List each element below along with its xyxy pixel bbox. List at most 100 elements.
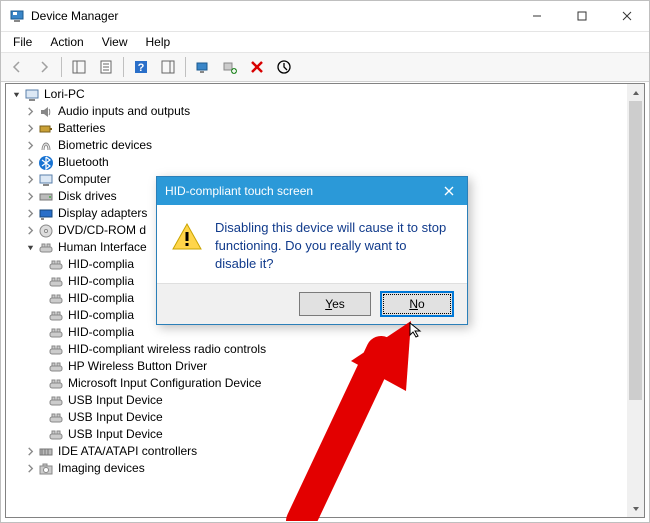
- disk-icon: [38, 189, 54, 205]
- tree-label: Bluetooth: [58, 154, 109, 171]
- tree-label: Audio inputs and outputs: [58, 103, 190, 120]
- ide-icon: [38, 444, 54, 460]
- add-legacy-hardware-button[interactable]: [218, 55, 242, 79]
- tree-label: Biometric devices: [58, 137, 152, 154]
- tree-label: HP Wireless Button Driver: [68, 358, 207, 375]
- chevron-right-icon[interactable]: [24, 225, 36, 237]
- hid-icon: [48, 342, 64, 358]
- hid-icon: [48, 325, 64, 341]
- tree-device[interactable]: USB Input Device: [10, 392, 627, 409]
- disable-button[interactable]: [272, 55, 296, 79]
- battery-icon: [38, 121, 54, 137]
- tree-label: USB Input Device: [68, 409, 163, 426]
- chevron-right-icon[interactable]: [24, 140, 36, 152]
- hid-icon: [48, 376, 64, 392]
- menu-action[interactable]: Action: [42, 33, 91, 51]
- tree-label: Computer: [58, 171, 111, 188]
- tree-label: Human Interface: [58, 239, 147, 256]
- scrollbar-track[interactable]: [627, 101, 644, 500]
- computer-icon: [24, 87, 40, 103]
- scan-hardware-button[interactable]: [191, 55, 215, 79]
- toolbar: ?: [1, 53, 649, 82]
- camera-icon: [38, 461, 54, 477]
- forward-button[interactable]: [32, 55, 56, 79]
- tree-label: HID-complia: [68, 307, 134, 324]
- tree-label: USB Input Device: [68, 426, 163, 443]
- tree-label: USB Input Device: [68, 392, 163, 409]
- tree-device[interactable]: HID-complia: [10, 324, 627, 341]
- yes-button[interactable]: Yes: [299, 292, 371, 316]
- help-button[interactable]: ?: [129, 55, 153, 79]
- chevron-right-icon[interactable]: [24, 463, 36, 475]
- hid-icon: [48, 410, 64, 426]
- tree-category[interactable]: Audio inputs and outputs: [10, 103, 627, 120]
- tree-label: HID-complia: [68, 324, 134, 341]
- uninstall-button[interactable]: [245, 55, 269, 79]
- bluetooth-icon: [38, 155, 54, 171]
- tree-device[interactable]: HID-compliant wireless radio controls: [10, 341, 627, 358]
- menu-help[interactable]: Help: [138, 33, 179, 51]
- menu-view[interactable]: View: [94, 33, 136, 51]
- tree-label: Lori-PC: [44, 86, 85, 103]
- chevron-right-icon[interactable]: [24, 191, 36, 203]
- hid-icon: [48, 393, 64, 409]
- tree-label: Disk drives: [58, 188, 117, 205]
- device-manager-window: Device Manager File Action View Help ?: [0, 0, 650, 523]
- dvd-icon: [38, 223, 54, 239]
- properties-button[interactable]: [94, 55, 118, 79]
- chevron-right-icon[interactable]: [24, 174, 36, 186]
- tree-label: Display adapters: [58, 205, 147, 222]
- dialog-close-button[interactable]: [439, 181, 459, 201]
- hid-icon: [48, 427, 64, 443]
- tree-device[interactable]: Microsoft Input Configuration Device: [10, 375, 627, 392]
- vertical-scrollbar[interactable]: [627, 84, 644, 517]
- svg-text:?: ?: [138, 62, 145, 74]
- no-button[interactable]: No: [381, 292, 453, 316]
- tree-device[interactable]: USB Input Device: [10, 409, 627, 426]
- dialog-button-row: Yes No: [157, 283, 467, 324]
- scroll-up-button[interactable]: [627, 84, 644, 101]
- action-pane-button[interactable]: [156, 55, 180, 79]
- menu-file[interactable]: File: [5, 33, 40, 51]
- separator: [123, 57, 124, 77]
- hid-icon: [48, 308, 64, 324]
- chevron-right-icon[interactable]: [24, 208, 36, 220]
- tree-label: HID-complia: [68, 273, 134, 290]
- close-button[interactable]: [604, 1, 649, 31]
- chevron-right-icon[interactable]: [24, 106, 36, 118]
- audio-icon: [38, 104, 54, 120]
- fingerprint-icon: [38, 138, 54, 154]
- title-bar: Device Manager: [1, 1, 649, 32]
- separator: [61, 57, 62, 77]
- tree-category[interactable]: Biometric devices: [10, 137, 627, 154]
- chevron-down-icon[interactable]: [10, 89, 22, 101]
- maximize-button[interactable]: [559, 1, 604, 31]
- tree-device[interactable]: USB Input Device: [10, 426, 627, 443]
- tree-label: HID-compliant wireless radio controls: [68, 341, 266, 358]
- tree-category[interactable]: IDE ATA/ATAPI controllers: [10, 443, 627, 460]
- minimize-button[interactable]: [514, 1, 559, 31]
- chevron-right-icon[interactable]: [24, 157, 36, 169]
- tree-category[interactable]: Imaging devices: [10, 460, 627, 477]
- display-adapter-icon: [38, 206, 54, 222]
- tree-category[interactable]: Bluetooth: [10, 154, 627, 171]
- app-icon: [9, 8, 25, 24]
- scroll-down-button[interactable]: [627, 500, 644, 517]
- tree-device[interactable]: HP Wireless Button Driver: [10, 358, 627, 375]
- hid-icon: [48, 274, 64, 290]
- window-title: Device Manager: [31, 9, 514, 23]
- chevron-down-icon[interactable]: [24, 242, 36, 254]
- tree-label: HID-complia: [68, 256, 134, 273]
- tree-label: Batteries: [58, 120, 105, 137]
- chevron-right-icon[interactable]: [24, 123, 36, 135]
- dialog-title-bar[interactable]: HID-compliant touch screen: [157, 177, 467, 205]
- back-button[interactable]: [5, 55, 29, 79]
- menu-bar: File Action View Help: [1, 32, 649, 53]
- scrollbar-thumb[interactable]: [629, 101, 642, 400]
- tree-root[interactable]: Lori-PC: [10, 86, 627, 103]
- tree-label: Microsoft Input Configuration Device: [68, 375, 261, 392]
- hid-icon: [38, 240, 54, 256]
- tree-category[interactable]: Batteries: [10, 120, 627, 137]
- show-hide-console-tree-button[interactable]: [67, 55, 91, 79]
- chevron-right-icon[interactable]: [24, 446, 36, 458]
